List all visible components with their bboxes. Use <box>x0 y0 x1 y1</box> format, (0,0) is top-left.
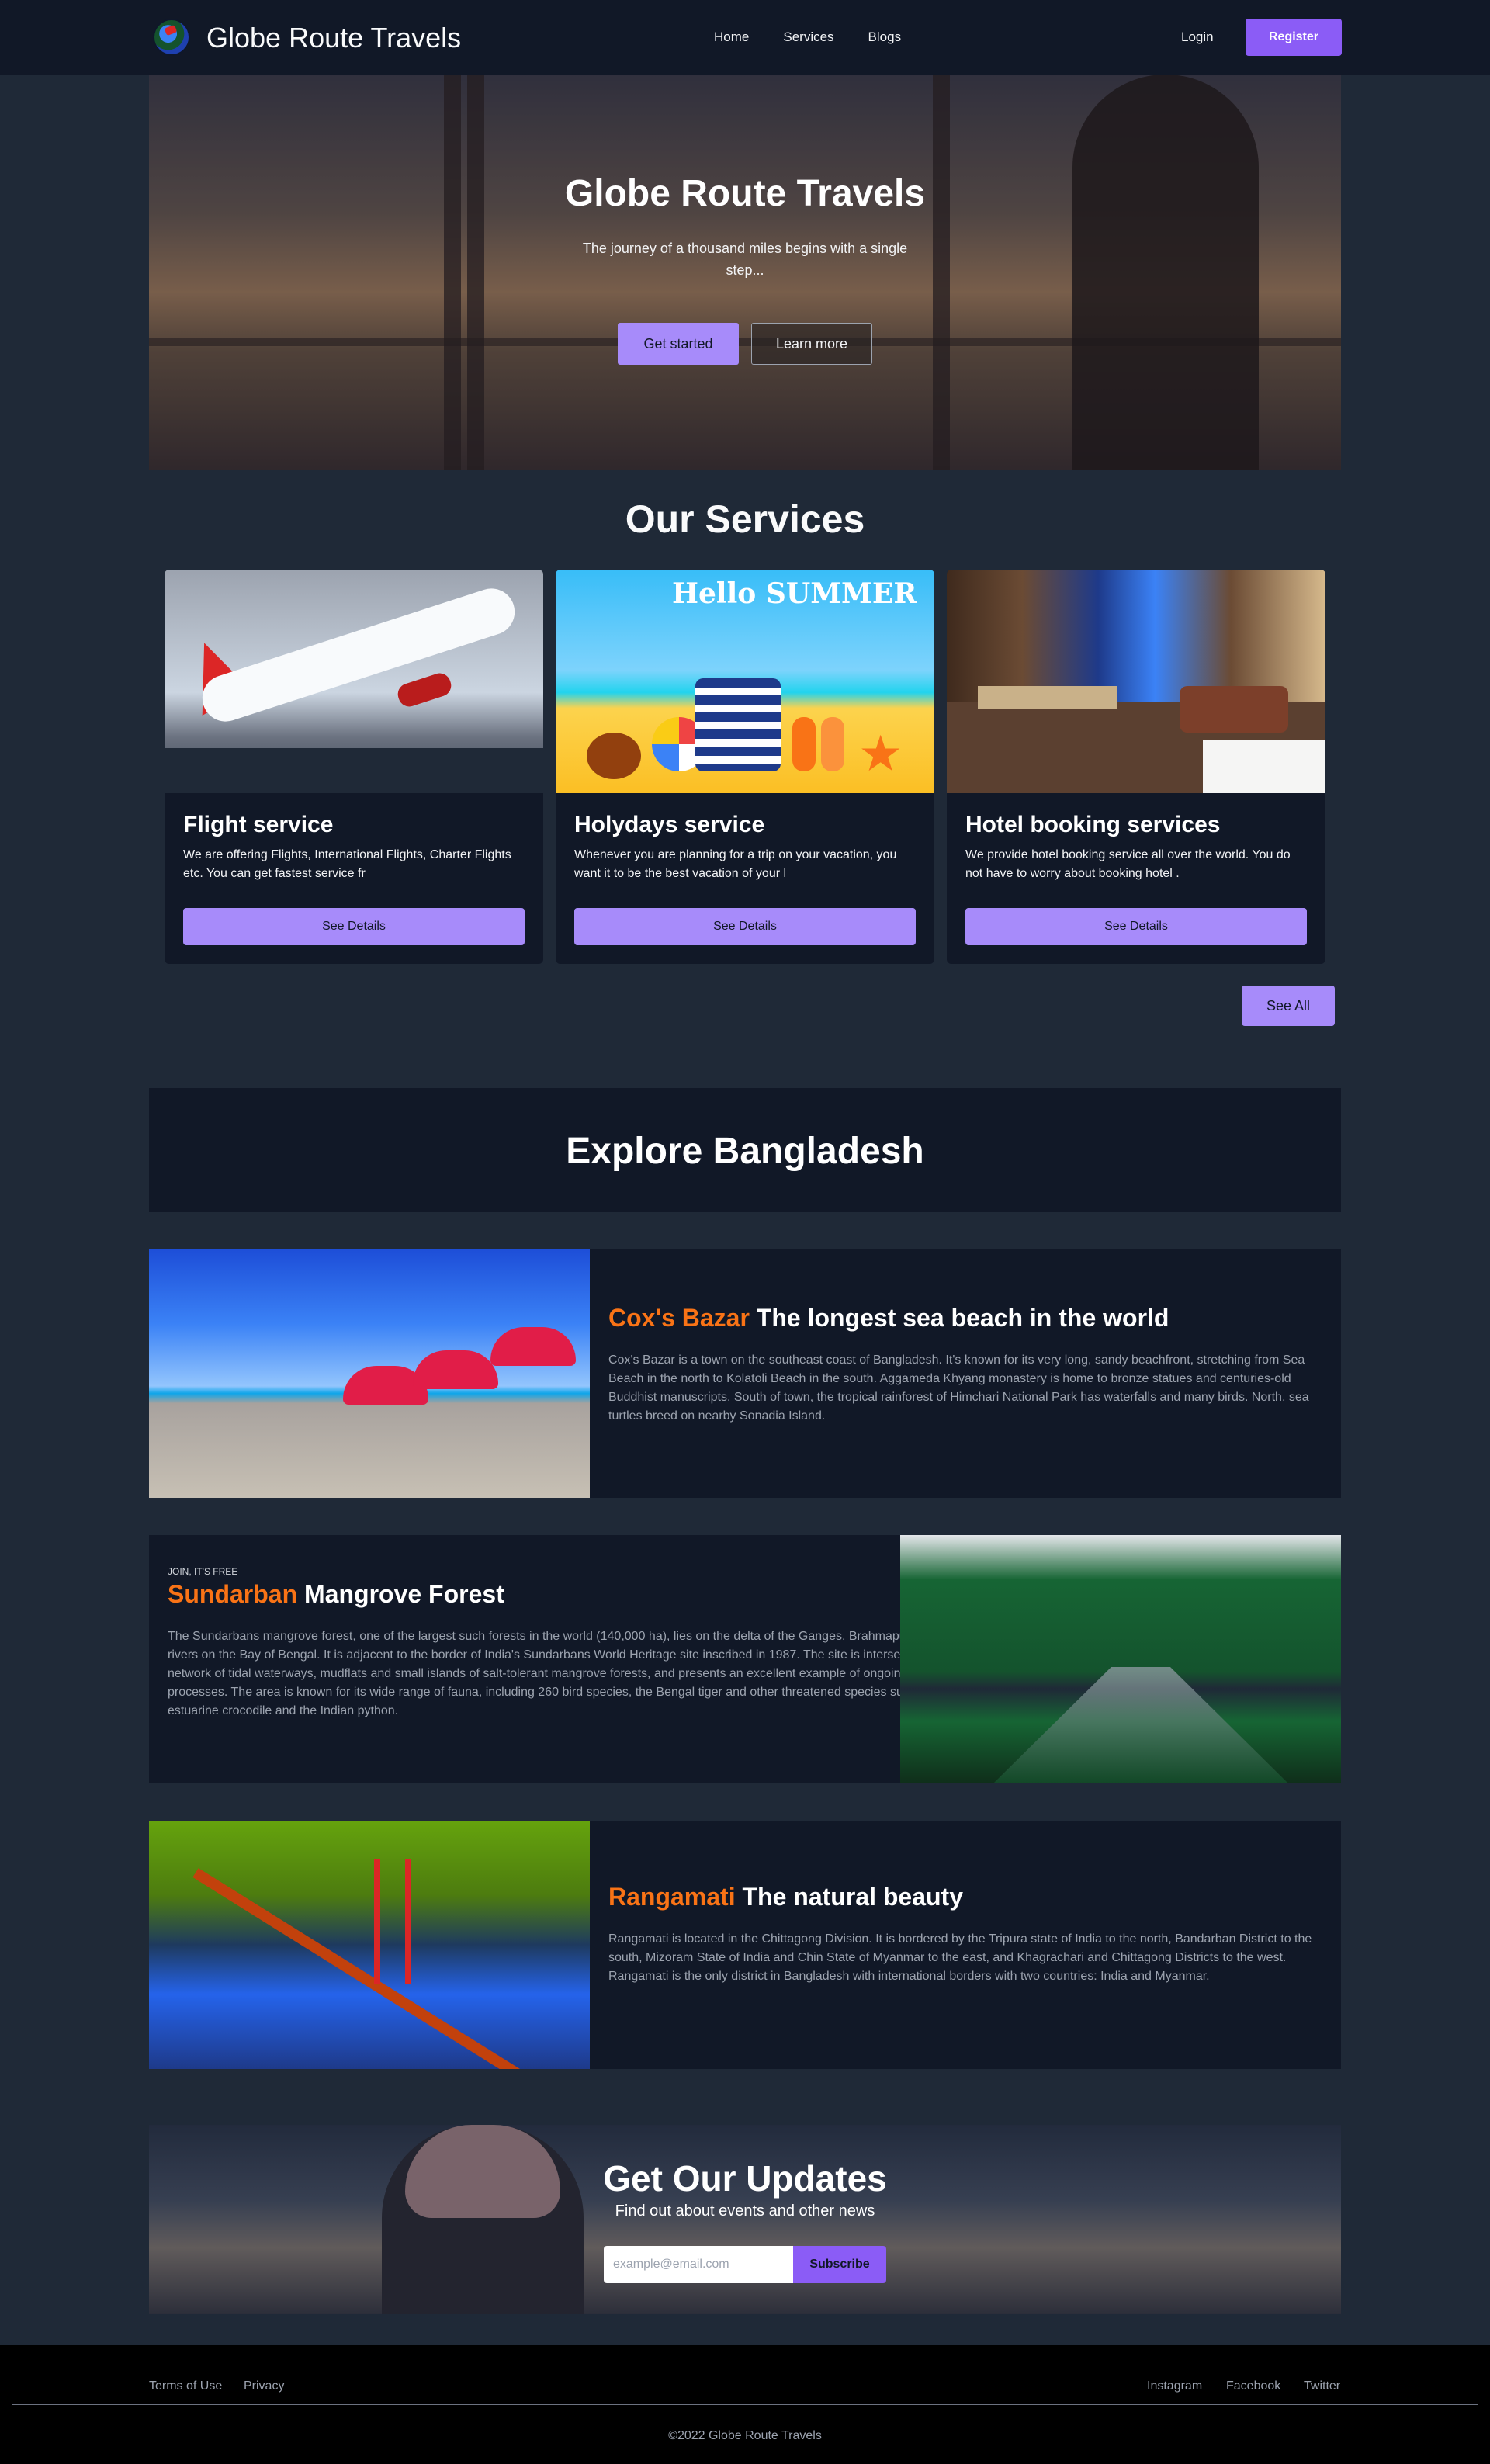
destination-description: Rangamati is located in the Chittagong D… <box>608 1932 1312 1983</box>
footer-link-facebook[interactable]: Facebook <box>1226 2379 1280 2393</box>
explore-header: Explore Bangladesh <box>149 1088 1341 1212</box>
hotel-room-image <box>947 570 1325 793</box>
destination-highlight: Cox's Bazar <box>608 1304 750 1332</box>
main-nav: Home Services Blogs <box>714 29 935 45</box>
services-title: Our Services <box>625 497 865 541</box>
learn-more-button[interactable]: Learn more <box>751 323 872 365</box>
beach-umbrellas-image <box>149 1249 590 1498</box>
destination-title: Cox's Bazar The longest sea beach in the… <box>608 1304 1322 1333</box>
footer-divider <box>12 2404 1478 2405</box>
service-card-flight: Flight service We are offering Flights, … <box>165 570 543 964</box>
see-details-button[interactable]: See Details <box>965 908 1307 945</box>
hero-subtitle: The journey of a thousand miles begins w… <box>582 241 908 278</box>
get-started-button[interactable]: Get started <box>618 323 739 365</box>
login-link[interactable]: Login <box>1181 29 1214 45</box>
explore-title: Explore Bangladesh <box>566 1131 924 1172</box>
plane-engine <box>395 670 454 710</box>
service-card-hotel: Hotel booking services We provide hotel … <box>947 570 1325 964</box>
beach-bag-drawing <box>695 678 781 771</box>
destination-text: Cox's Bazar The longest sea beach in the… <box>608 1249 1322 1498</box>
globe-logo-icon[interactable] <box>153 19 190 56</box>
destination-coxs-bazar: Cox's Bazar The longest sea beach in the… <box>149 1249 1341 1498</box>
service-card-title: Hotel booking services <box>965 812 1221 837</box>
plane-body <box>196 582 521 728</box>
hanging-bridge-image <box>149 1821 590 2069</box>
flip-flop-drawing <box>792 717 816 771</box>
bridge-tower <box>374 1859 380 1984</box>
service-card-title: Flight service <box>183 812 334 837</box>
destination-highlight: Sundarban <box>168 1580 298 1608</box>
destination-description: The Sundarbans mangrove forest, one of t… <box>168 1630 1001 1717</box>
service-card-title: Holydays service <box>574 812 765 837</box>
top-navbar: Globe Route Travels Home Services Blogs … <box>0 0 1490 75</box>
hotel-desk <box>978 686 1118 709</box>
footer-link-instagram[interactable]: Instagram <box>1147 2379 1202 2393</box>
hotel-sofa <box>1180 686 1288 733</box>
bridge-tower <box>405 1859 411 1984</box>
service-card-text: We are offering Flights, International F… <box>183 848 511 880</box>
see-all-button[interactable]: See All <box>1242 986 1335 1026</box>
destination-text: Rangamati The natural beauty Rangamati i… <box>608 1821 1322 2069</box>
newsletter-section: Get Our Updates Find out about events an… <box>149 2125 1341 2314</box>
newsletter-subtitle: Find out about events and other news <box>615 2202 875 2220</box>
airplane-image <box>165 570 543 793</box>
umbrella-shape <box>490 1327 576 1366</box>
destination-subtitle: The longest sea beach in the world <box>749 1304 1169 1332</box>
destination-subtitle: The natural beauty <box>735 1883 963 1911</box>
destination-subtitle: Mangrove Forest <box>297 1580 504 1608</box>
destination-description: Cox's Bazar is a town on the southeast c… <box>608 1353 1309 1423</box>
coconut-drawing <box>587 733 641 779</box>
see-details-button[interactable]: See Details <box>574 908 916 945</box>
destination-text: JOIN, IT'S FREE Sundarban Mangrove Fores… <box>168 1535 1006 1783</box>
hotel-bed <box>1203 740 1325 793</box>
nav-link-blogs[interactable]: Blogs <box>868 29 902 45</box>
flip-flop-drawing <box>821 717 844 771</box>
nav-link-home[interactable]: Home <box>714 29 749 45</box>
see-details-button[interactable]: See Details <box>183 908 525 945</box>
brand-name[interactable]: Globe Route Travels <box>206 22 461 54</box>
nav-link-services[interactable]: Services <box>783 29 833 45</box>
site-footer: Terms of Use Privacy Instagram Facebook … <box>0 2345 1490 2464</box>
footer-link-privacy[interactable]: Privacy <box>244 2379 284 2393</box>
footer-link-terms[interactable]: Terms of Use <box>149 2379 222 2393</box>
destination-highlight: Rangamati <box>608 1883 736 1911</box>
service-card-text: Whenever you are planning for a trip on … <box>574 848 897 880</box>
umbrella-shape <box>413 1350 498 1389</box>
hero-title: Globe Route Travels <box>564 173 926 214</box>
airport-ground <box>165 748 543 793</box>
service-card-holidays: Hello SUMMER ★ Holydays service Whenever… <box>556 570 934 964</box>
summer-image-text: Hello SUMMER <box>672 577 917 610</box>
destination-title: Rangamati The natural beauty <box>608 1883 1322 1911</box>
subscribe-button[interactable]: Subscribe <box>793 2246 886 2283</box>
bridge-shape <box>192 1868 541 2069</box>
footer-link-twitter[interactable]: Twitter <box>1304 2379 1340 2393</box>
starfish-icon: ★ <box>858 726 903 781</box>
summer-beach-image: Hello SUMMER ★ <box>556 570 934 793</box>
register-button[interactable]: Register <box>1246 19 1342 56</box>
newsletter-title: Get Our Updates <box>603 2158 887 2199</box>
email-field[interactable] <box>604 2246 793 2283</box>
destination-rangamati: Rangamati The natural beauty Rangamati i… <box>149 1821 1341 2069</box>
destination-title: Sundarban Mangrove Forest <box>168 1580 1006 1609</box>
service-card-text: We provide hotel booking service all ove… <box>965 848 1291 880</box>
destination-kicker: JOIN, IT'S FREE <box>168 1566 238 1577</box>
copyright-text: ©2022 Globe Route Travels <box>668 2429 822 2442</box>
river-shape <box>993 1667 1288 1783</box>
destination-sundarban: JOIN, IT'S FREE Sundarban Mangrove Fores… <box>149 1535 1341 1783</box>
hero-banner: Globe Route Travels The journey of a tho… <box>149 75 1341 470</box>
mangrove-forest-image <box>900 1535 1341 1783</box>
